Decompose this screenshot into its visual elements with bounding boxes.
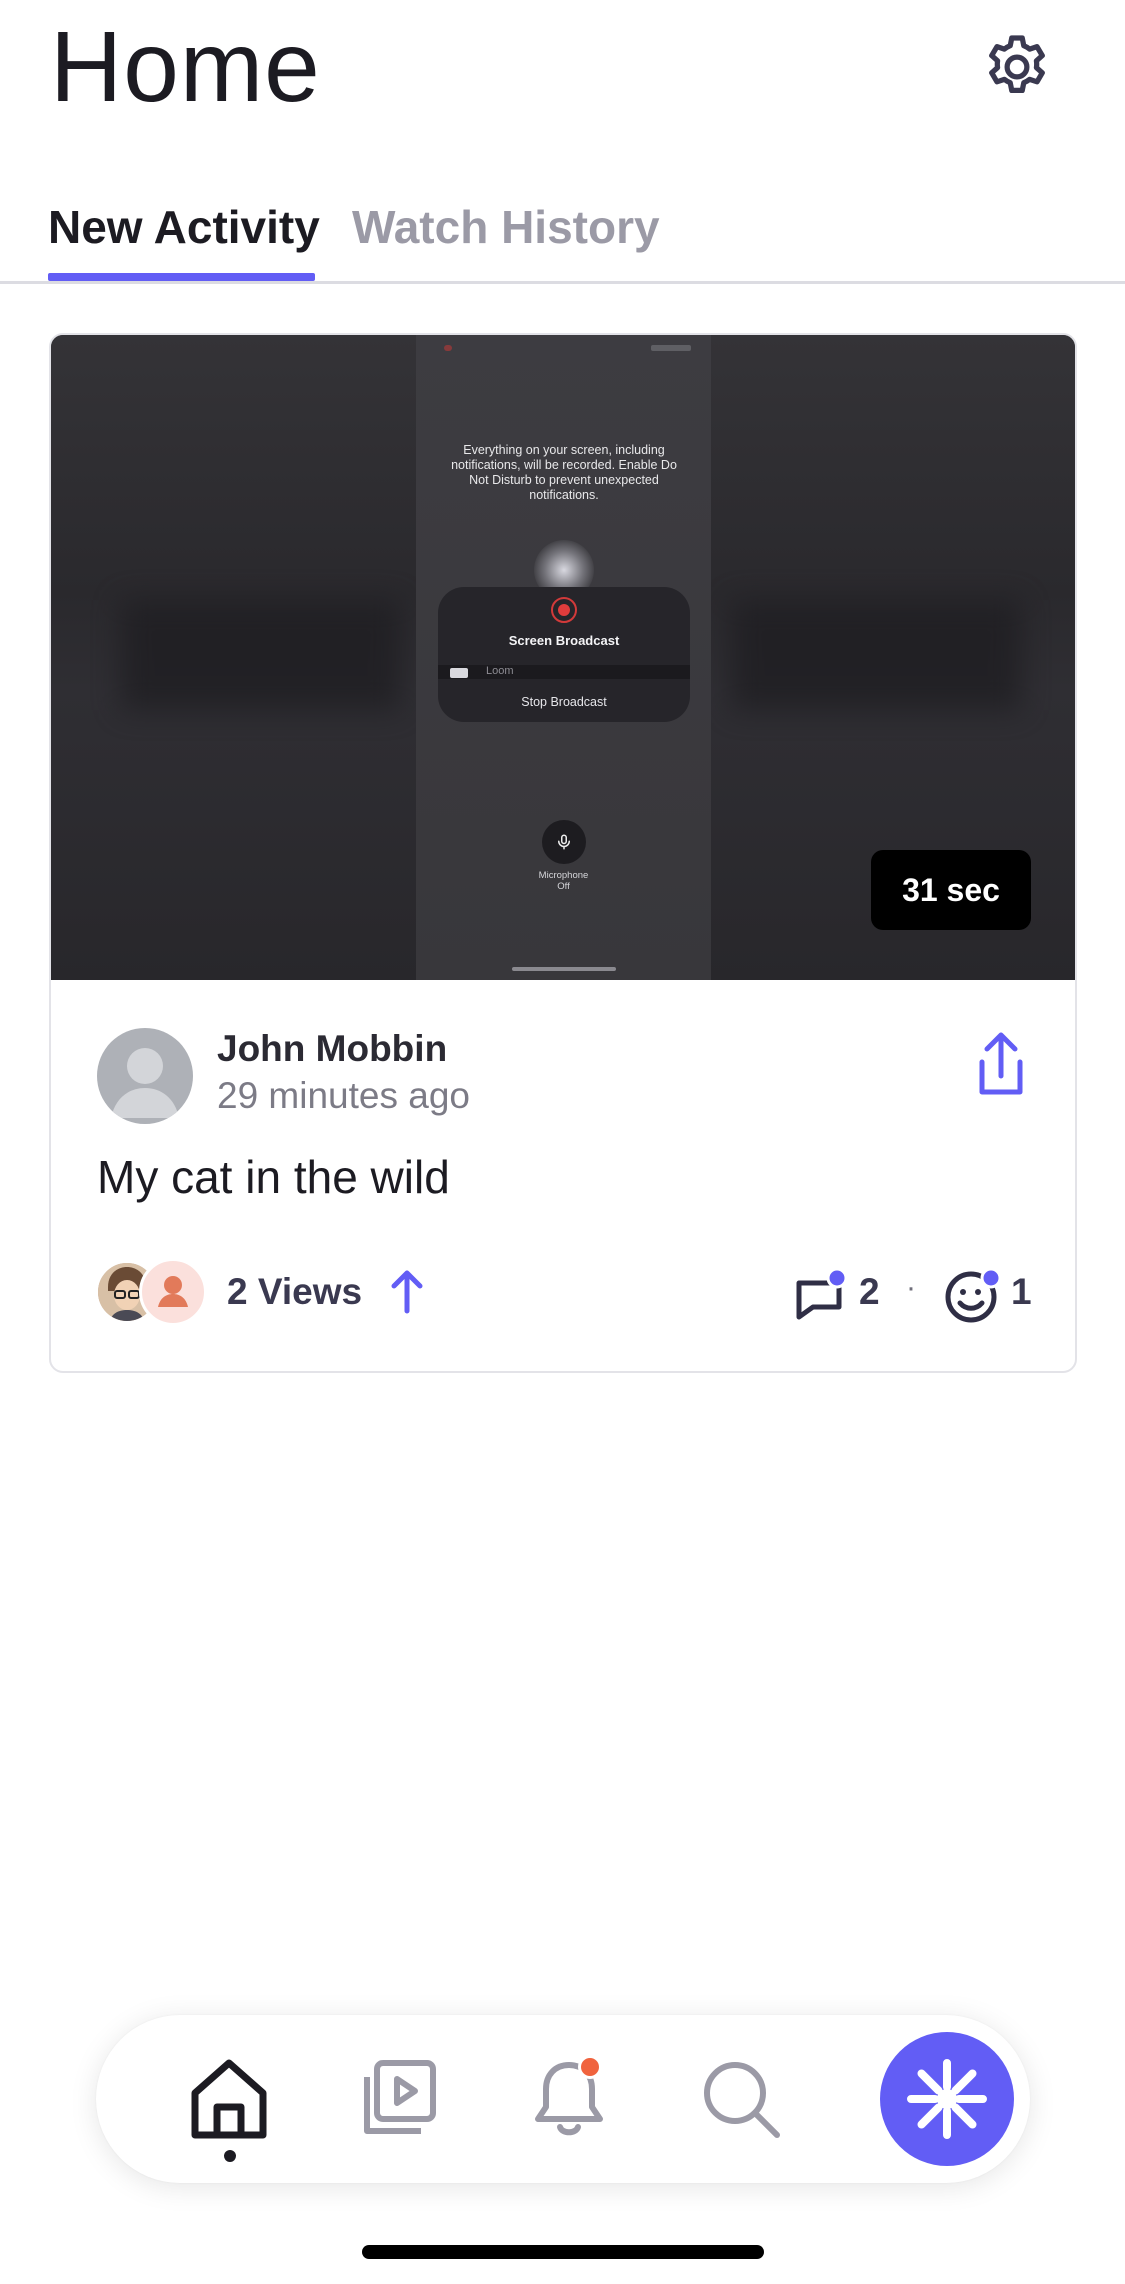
reaction-count: 1: [1011, 1271, 1032, 1312]
duration-badge: 31 sec: [871, 850, 1031, 930]
active-tab-dot: [224, 2150, 236, 2162]
record-button[interactable]: [880, 2032, 1014, 2166]
broadcast-app-row: Loom: [438, 665, 690, 679]
share-button[interactable]: [961, 1025, 1041, 1105]
tab-new-activity[interactable]: New Activity: [48, 200, 320, 254]
tab-watch-history[interactable]: Watch History: [352, 200, 660, 254]
broadcast-panel: Screen Broadcast Loom Stop Broadcast: [438, 587, 690, 722]
status-icons: [651, 345, 691, 351]
search-icon: [704, 2062, 780, 2138]
viewer-avatar: [139, 1258, 207, 1326]
page-title: Home: [50, 11, 321, 123]
views-count[interactable]: 2 Views: [227, 1271, 362, 1313]
recording-notice: Everything on your screen, including not…: [451, 443, 677, 502]
video-title[interactable]: My cat in the wild: [97, 1150, 450, 1204]
thumbnail-blur-band: [121, 600, 401, 710]
avatar[interactable]: [97, 1028, 193, 1124]
comments-button[interactable]: [791, 1255, 851, 1325]
bottom-tab-bar: [96, 2015, 1030, 2183]
tab-home[interactable]: [184, 2054, 274, 2144]
status-indicator: [444, 345, 452, 351]
views-expand-button[interactable]: [387, 1267, 427, 1317]
record-icon: [907, 2059, 987, 2139]
reactions-button[interactable]: [943, 1255, 1007, 1325]
thumbnail-home-bar: [512, 967, 616, 971]
tab-bar: New Activity Watch History: [0, 190, 1125, 284]
author-name[interactable]: John Mobbin: [217, 1028, 447, 1070]
stop-broadcast-label: Stop Broadcast: [521, 695, 607, 709]
microphone-label: Microphone Off: [538, 870, 589, 892]
tab-library[interactable]: [352, 2054, 442, 2144]
home-indicator: [362, 2245, 764, 2259]
comment-count: 2: [859, 1271, 880, 1312]
video-thumbnail[interactable]: Everything on your screen, including not…: [51, 335, 1075, 980]
thumbnail-blur-band: [731, 600, 1021, 710]
post-time: 29 minutes ago: [217, 1075, 471, 1116]
microphone-icon: [542, 820, 586, 864]
arrow-up-icon: [391, 1270, 423, 1314]
separator: ·: [906, 1271, 916, 1304]
emoji-reaction-icon: [945, 1267, 1002, 1323]
broadcast-title: Screen Broadcast: [508, 633, 620, 648]
settings-button[interactable]: [975, 25, 1059, 109]
video-library-icon: [364, 2060, 436, 2134]
comment-icon: [796, 1267, 848, 1320]
notification-badge: [578, 2055, 602, 2079]
thumbnail-phone-screen: Everything on your screen, including not…: [416, 335, 711, 980]
home-icon: [191, 2059, 267, 2139]
user-placeholder-icon: [111, 1048, 179, 1118]
app-icon: [450, 668, 468, 678]
video-card[interactable]: Everything on your screen, including not…: [49, 333, 1077, 1373]
tab-search[interactable]: [696, 2054, 786, 2144]
active-tab-indicator: [48, 273, 315, 281]
share-icon: [979, 1032, 1023, 1095]
gear-icon: [989, 35, 1045, 94]
broadcast-app-name: Loom: [486, 665, 514, 677]
record-indicator-icon: [551, 597, 577, 623]
